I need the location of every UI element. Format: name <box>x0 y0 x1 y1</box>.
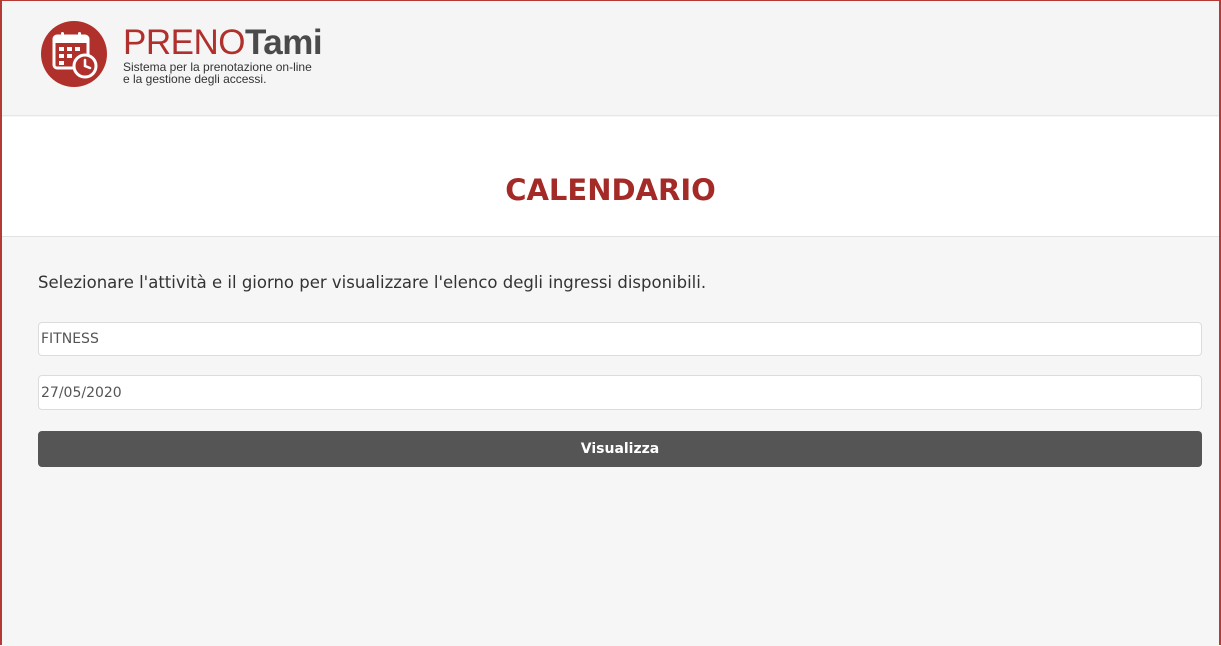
activity-field[interactable] <box>38 322 1202 356</box>
logo[interactable] <box>41 21 107 87</box>
brand-prefix: PRENO <box>123 23 245 62</box>
main-content: Selezionare l'attività e il giorno per v… <box>2 238 1219 646</box>
tagline-line-2: e la gestione degli accessi. <box>123 72 267 86</box>
calendar-clock-icon <box>52 32 98 79</box>
app-frame: PRENOTami Sistema per la prenotazione on… <box>0 0 1221 646</box>
title-band: CALENDARIO <box>2 117 1219 237</box>
visualizza-button[interactable]: Visualizza <box>38 431 1202 467</box>
site-header: PRENOTami Sistema per la prenotazione on… <box>2 1 1219 116</box>
brand-suffix: Tami <box>244 23 323 62</box>
page-title: CALENDARIO <box>505 173 716 207</box>
brand-tagline: Sistema per la prenotazione on-line e la… <box>123 61 383 85</box>
instructions-text: Selezionare l'attività e il giorno per v… <box>38 273 707 292</box>
brand-name[interactable]: PRENOTami <box>123 23 323 62</box>
date-field[interactable] <box>38 375 1202 410</box>
